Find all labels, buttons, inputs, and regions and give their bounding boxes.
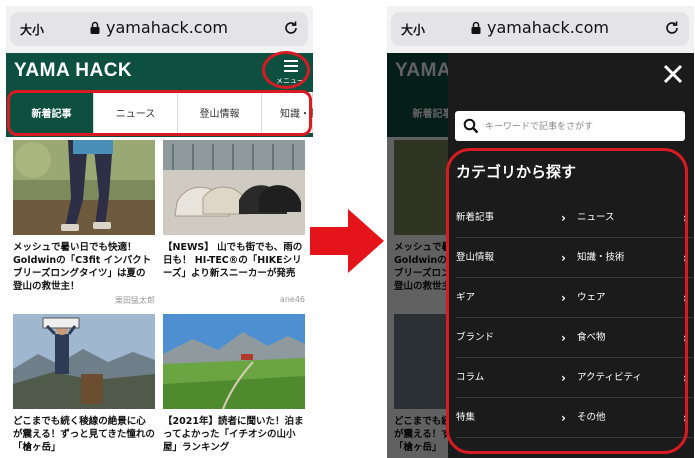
reload-icon[interactable]: [663, 19, 681, 37]
url-field[interactable]: 大小 yamahack.com: [10, 12, 308, 46]
lock-icon: [90, 21, 100, 34]
lock-icon: [471, 21, 481, 34]
article-thumbnail-sneakers: [163, 140, 305, 235]
reload-icon[interactable]: [282, 19, 300, 37]
url-display[interactable]: yamahack.com: [10, 18, 308, 37]
search-icon: [463, 118, 479, 134]
domain-text: yamahack.com: [106, 18, 228, 37]
keyword-search-input[interactable]: キーワードで記事をさがす: [455, 111, 685, 141]
phone-screen-after: 大小 yamahack.com YAMA HACK 新着記事 メッシュで暑い日で: [387, 6, 694, 458]
phone-screen-before: 大小 yamahack.com YAMA HACK メニュー 新着記事 ニュース…: [6, 6, 313, 458]
article-thumbnail-tights: [13, 140, 155, 235]
article-title[interactable]: どこまでも続く稜線の絶景に心が震える！ずっと見てきた憧れの「槍ヶ岳」: [13, 415, 155, 454]
url-field[interactable]: 大小 yamahack.com: [391, 12, 689, 46]
url-display[interactable]: yamahack.com: [391, 18, 689, 37]
article-thumbnail-ridge: [13, 314, 155, 409]
transition-arrow-icon: [310, 209, 384, 273]
highlight-circle-menu: [262, 51, 310, 89]
article-card[interactable]: 【NEWS】 山でも街でも、雨の日も！ HI-TEC®の「HIKEシリーズ」より…: [163, 140, 305, 310]
article-author: 栗田猛太郎: [115, 296, 155, 305]
article-card[interactable]: どこまでも続く稜線の絶景に心が震える！ずっと見てきた憧れの「槍ヶ岳」: [13, 314, 155, 454]
highlight-box-tabs: [7, 90, 312, 136]
site-logo[interactable]: YAMA HACK: [14, 60, 132, 82]
article-author: ane46: [279, 295, 305, 304]
article-card[interactable]: 【2021年】読者に聞いた！泊まってよかった「イチオシの山小屋」ランキング: [163, 314, 305, 454]
highlight-box-categories: [446, 148, 688, 454]
domain-text: yamahack.com: [487, 18, 609, 37]
close-icon[interactable]: [662, 63, 684, 85]
browser-address-bar: 大小 yamahack.com: [387, 6, 694, 53]
article-title[interactable]: メッシュで暑い日でも快適！Goldwinの「C3fit インパクトブリーズロング…: [13, 241, 155, 293]
article-title[interactable]: 【2021年】読者に聞いた！泊まってよかった「イチオシの山小屋」ランキング: [163, 415, 305, 454]
article-thumbnail-mountain-hut: [163, 314, 305, 409]
article-title[interactable]: 【NEWS】 山でも街でも、雨の日も！ HI-TEC®の「HIKEシリーズ」より…: [163, 241, 305, 280]
search-placeholder: キーワードで記事をさがす: [485, 122, 594, 132]
browser-address-bar: 大小 yamahack.com: [6, 6, 313, 53]
article-card[interactable]: メッシュで暑い日でも快適！Goldwinの「C3fit インパクトブリーズロング…: [13, 140, 155, 310]
